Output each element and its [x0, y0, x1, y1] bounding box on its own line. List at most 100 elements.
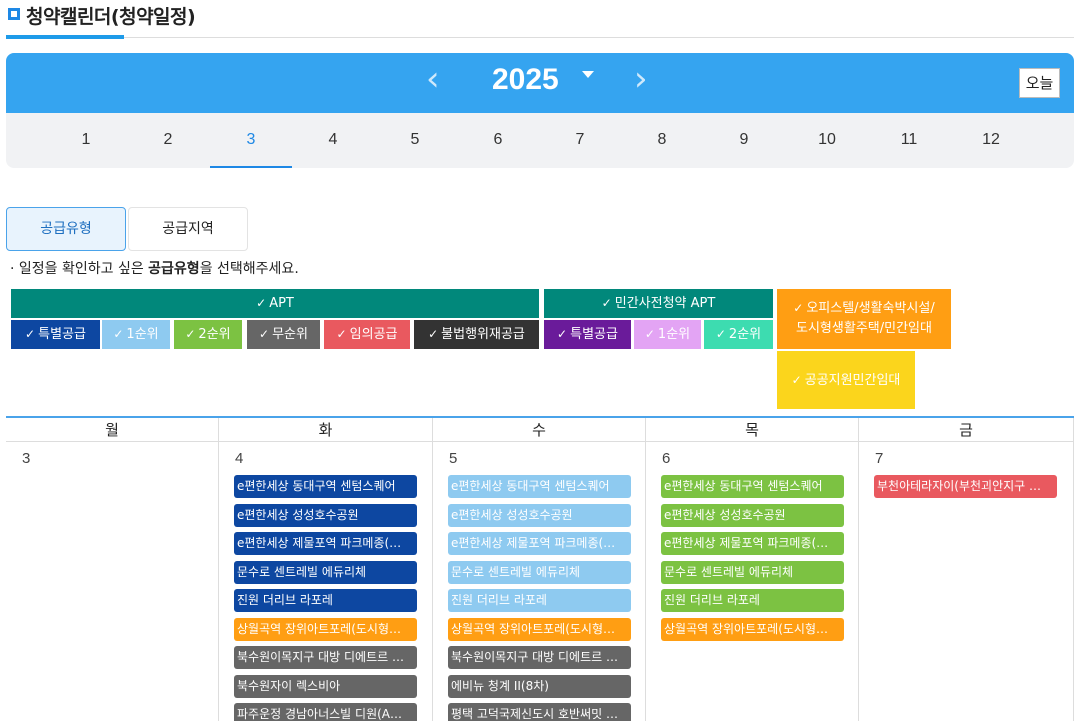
filter-presale-apt[interactable]: ✓ 민간사전청약 APT	[544, 289, 773, 318]
event-item[interactable]: 진원 더리브 라포레	[448, 589, 631, 612]
event-item[interactable]: 에비뉴 청계 II(8차)	[448, 674, 631, 698]
filter-apt-4[interactable]: ✓ 임의공급	[324, 320, 410, 349]
filter-apt-0-label: 특별공급	[38, 327, 86, 342]
event-item[interactable]: 상월곡역 장위아트포레(도시형…	[661, 617, 844, 641]
event-item[interactable]: 부천아테라자이(부천괴안지구 …	[874, 475, 1057, 498]
month-tab-3[interactable]: 3	[210, 113, 292, 168]
filter-apt-4-label: 임의공급	[349, 327, 398, 342]
month-tab-7[interactable]: 7	[539, 113, 621, 168]
check-icon: ✓	[791, 373, 802, 387]
year-selector[interactable]: 2025	[492, 63, 559, 97]
page-header: 청약캘린더(청약일정)	[6, 0, 1074, 38]
hint-bold: 공급유형	[148, 261, 200, 277]
filter-presale-2-label: 2순위	[728, 327, 762, 342]
filter-apt-1[interactable]: ✓ 1순위	[102, 320, 170, 349]
check-icon: ✓	[185, 327, 196, 341]
event-item[interactable]: 문수로 센트레빌 에듀리체	[234, 560, 417, 584]
check-icon: ✓	[256, 296, 267, 310]
month-tab-11[interactable]: 11	[868, 113, 950, 168]
event-item[interactable]: 파주운정 경남아너스빌 디원(A…	[234, 703, 417, 721]
event-item[interactable]: 문수로 센트레빌 에듀리체	[661, 560, 844, 584]
event-item[interactable]: e편한세상 성성호수공원	[234, 503, 417, 527]
day-cell[interactable]: 3	[6, 442, 219, 721]
event-item[interactable]: 상월곡역 장위아트포레(도시형…	[234, 617, 417, 641]
chevron-left-icon[interactable]: ‹	[426, 59, 440, 99]
event-item[interactable]: e편한세상 제물포역 파크메종(…	[661, 532, 844, 555]
filter-officetel-line2: 도시형생활주택/민간임대	[796, 321, 932, 336]
check-icon: ✓	[644, 327, 655, 341]
event-item[interactable]: 북수원자이 렉스비아	[234, 674, 417, 698]
weekday-header: 월	[6, 418, 219, 442]
month-tab-6[interactable]: 6	[457, 113, 539, 168]
month-tab-9[interactable]: 9	[703, 113, 785, 168]
month-tab-4[interactable]: 4	[292, 113, 374, 168]
filter-presale-1-label: 1순위	[657, 327, 691, 342]
filter-apt-5[interactable]: ✓ 불법행위재공급	[414, 320, 539, 349]
event-item[interactable]: 상월곡역 장위아트포레(도시형…	[448, 617, 631, 641]
title-underline	[6, 35, 124, 39]
today-button[interactable]: 오늘	[1019, 68, 1060, 98]
week-calendar-grid: 월 3 화 4 e편한세상 동대구역 센텀스퀘어 e편한세상 성성호수공원 e편한세상 제물…	[6, 416, 1074, 721]
filter-apt-3[interactable]: ✓ 무순위	[247, 320, 320, 349]
event-item[interactable]: 진원 더리브 라포레	[661, 589, 844, 612]
event-item[interactable]: 북수원이목지구 대방 디에트르 …	[234, 646, 417, 669]
filter-apt[interactable]: ✓ APT	[11, 289, 539, 318]
event-item[interactable]: 북수원이목지구 대방 디에트르 …	[448, 646, 631, 669]
weekday-header: 화	[219, 418, 433, 442]
day-number: 7	[875, 450, 884, 467]
filter-apt-1-label: 1순위	[126, 327, 159, 342]
month-tab-12[interactable]: 12	[950, 113, 1032, 168]
check-icon: ✓	[715, 327, 726, 341]
filter-apt-2[interactable]: ✓ 2순위	[174, 320, 242, 349]
month-tab-5[interactable]: 5	[374, 113, 456, 168]
filter-apt-2-label: 2순위	[198, 327, 231, 342]
check-icon: ✓	[336, 327, 347, 341]
day-number: 6	[662, 450, 671, 467]
filter-public-rental-label: 공공지원민간임대	[804, 373, 901, 388]
tab-supply-type[interactable]: 공급유형	[6, 207, 126, 251]
hint-prefix: · 일정을 확인하고 싶은	[10, 261, 149, 277]
instruction-text: · 일정을 확인하고 싶은 공급유형을 선택해주세요.	[10, 258, 299, 278]
check-icon: ✓	[113, 327, 124, 341]
filter-public-rental[interactable]: ✓ 공공지원민간임대	[777, 351, 915, 409]
tab-supply-region[interactable]: 공급지역	[128, 207, 248, 251]
event-item[interactable]: e편한세상 성성호수공원	[448, 503, 631, 527]
filter-officetel[interactable]: ✓ 오피스텔/생활숙박시설/도시형생활주택/민간임대	[777, 289, 951, 349]
weekday-header: 목	[646, 418, 859, 442]
month-tab-1[interactable]: 1	[45, 113, 127, 168]
square-bullet-icon	[8, 8, 20, 20]
event-item[interactable]: e편한세상 동대구역 센텀스퀘어	[661, 475, 844, 498]
filter-presale-0-label: 특별공급	[570, 327, 618, 342]
month-tab-10[interactable]: 10	[786, 113, 868, 168]
day-cell[interactable]: 7 부천아테라자이(부천괴안지구 …	[859, 442, 1074, 721]
check-icon: ✓	[428, 327, 439, 341]
filter-presale-2[interactable]: ✓ 2순위	[704, 320, 773, 349]
event-item[interactable]: 평택 고덕국제신도시 호반써밋 …	[448, 703, 631, 721]
month-tab-2[interactable]: 2	[127, 113, 209, 168]
hint-suffix: 을 선택해주세요.	[199, 261, 299, 277]
event-item[interactable]: e편한세상 제물포역 파크메종(…	[448, 532, 631, 555]
check-icon: ✓	[557, 327, 568, 341]
event-item[interactable]: e편한세상 성성호수공원	[661, 503, 844, 527]
check-icon: ✓	[793, 301, 804, 315]
check-icon: ✓	[259, 327, 270, 341]
day-cell[interactable]: 5 e편한세상 동대구역 센텀스퀘어 e편한세상 성성호수공원 e편한세상 제물포역 …	[433, 442, 646, 721]
filter-apt-5-label: 불법행위재공급	[441, 327, 525, 342]
month-tab-8[interactable]: 8	[621, 113, 703, 168]
month-tabs: 1 2 3 4 5 6 7 8 9 10 11 12	[6, 113, 1074, 168]
day-cell[interactable]: 4 e편한세상 동대구역 센텀스퀘어 e편한세상 성성호수공원 e편한세상 제물포역 …	[219, 442, 433, 721]
filter-apt-0[interactable]: ✓ 특별공급	[11, 320, 100, 349]
filter-presale-0[interactable]: ✓ 특별공급	[544, 320, 631, 349]
day-number: 4	[235, 450, 244, 467]
check-icon: ✓	[25, 327, 36, 341]
day-number: 5	[449, 450, 458, 467]
event-item[interactable]: 문수로 센트레빌 에듀리체	[448, 560, 631, 584]
event-item[interactable]: e편한세상 제물포역 파크메종(…	[234, 532, 417, 555]
day-cell[interactable]: 6 e편한세상 동대구역 센텀스퀘어 e편한세상 성성호수공원 e편한세상 제물포역 …	[646, 442, 859, 721]
caret-down-icon[interactable]	[582, 71, 594, 78]
event-item[interactable]: e편한세상 동대구역 센텀스퀘어	[234, 475, 417, 498]
chevron-right-icon[interactable]: ›	[634, 59, 648, 99]
filter-presale-1[interactable]: ✓ 1순위	[634, 320, 701, 349]
event-item[interactable]: 진원 더리브 라포레	[234, 589, 417, 612]
event-item[interactable]: e편한세상 동대구역 센텀스퀘어	[448, 475, 631, 498]
